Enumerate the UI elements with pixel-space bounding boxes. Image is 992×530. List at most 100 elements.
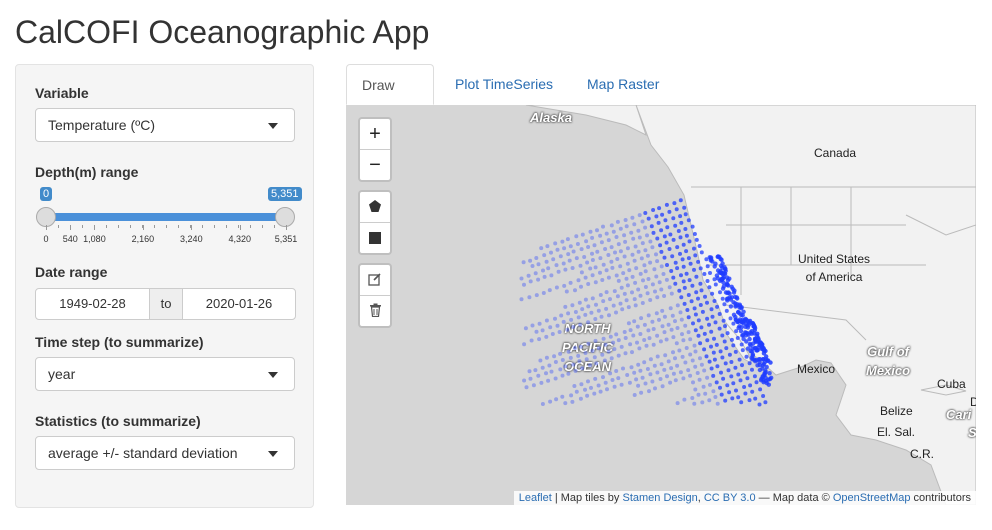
sample-point	[692, 306, 697, 311]
sample-point	[737, 303, 743, 309]
sample-point	[580, 232, 585, 237]
sample-point	[616, 353, 621, 358]
sample-point	[598, 233, 603, 238]
variable-select[interactable]: Temperature (ºC)	[35, 108, 295, 142]
sample-point	[671, 237, 676, 242]
sample-point	[699, 250, 704, 255]
sample-point	[684, 249, 689, 254]
tab-draw-aoi[interactable]: Draw AOI	[346, 64, 434, 133]
sample-point	[678, 214, 683, 219]
chevron-down-icon	[268, 123, 278, 129]
sample-point	[731, 381, 736, 386]
sample-point	[652, 267, 657, 272]
sample-point	[596, 346, 601, 351]
sample-point	[709, 344, 713, 349]
sample-point	[741, 336, 746, 342]
sample-point	[655, 259, 660, 264]
map-canvas[interactable]: Alaska Canada United States of America N…	[346, 105, 976, 505]
sample-point	[655, 333, 660, 338]
sample-point	[654, 311, 659, 316]
depth-tick-label: 5,351	[274, 234, 298, 244]
depth-tick-mark	[191, 225, 193, 230]
sample-point	[578, 396, 583, 401]
ccby-link[interactable]: CC BY 3.0	[704, 492, 756, 504]
tab-map-raster[interactable]: Map Raster	[572, 64, 674, 105]
sample-point	[696, 259, 701, 264]
sample-point	[671, 335, 676, 340]
sample-point	[601, 224, 605, 229]
sample-point	[536, 373, 541, 378]
sample-point	[740, 348, 745, 353]
sample-point	[629, 365, 634, 370]
sample-point	[735, 296, 740, 301]
sample-point	[692, 401, 697, 406]
sample-point	[735, 336, 740, 340]
depth-minor-tick	[178, 225, 179, 228]
leaflet-link[interactable]: Leaflet	[519, 492, 552, 504]
depth-tick-mark	[239, 225, 241, 230]
sample-point	[764, 364, 769, 370]
date-start-input[interactable]: 1949-02-28	[35, 288, 150, 320]
sample-point	[715, 276, 720, 281]
sample-point	[759, 344, 764, 349]
draw-rectangle-button[interactable]	[360, 222, 390, 253]
sample-point	[682, 397, 687, 402]
sample-point	[709, 366, 714, 371]
depth-minor-tick	[238, 225, 239, 228]
edit-layers-button[interactable]	[360, 265, 390, 295]
zoom-in-button[interactable]: +	[360, 119, 390, 149]
osm-link[interactable]: OpenStreetMap	[833, 492, 911, 504]
sample-point	[637, 213, 642, 218]
sample-point	[723, 361, 728, 366]
depth-minor-tick	[82, 225, 83, 228]
sample-point	[699, 288, 704, 293]
depth-slider-track[interactable]	[46, 213, 286, 221]
sample-point	[682, 285, 687, 290]
time-step-select[interactable]: year	[35, 357, 295, 391]
sample-point	[595, 228, 599, 233]
sample-point	[761, 380, 766, 385]
statistics-select[interactable]: average +/- standard deviation	[35, 436, 295, 470]
sample-point	[604, 290, 609, 295]
depth-slider-min-handle[interactable]	[36, 207, 56, 227]
sample-point	[614, 369, 619, 373]
sample-point	[519, 297, 524, 302]
sample-point	[585, 260, 590, 265]
sample-point	[686, 315, 691, 320]
depth-slider-max-handle[interactable]	[275, 207, 295, 227]
sample-point	[658, 243, 663, 248]
sample-point	[687, 239, 692, 244]
sample-point	[761, 394, 766, 398]
sample-point	[717, 254, 722, 259]
sample-point	[722, 302, 727, 307]
sample-point	[721, 376, 726, 381]
date-end-input[interactable]: 2020-01-26	[182, 288, 296, 320]
sample-point	[565, 327, 570, 332]
sample-point	[728, 304, 734, 309]
sample-point	[703, 294, 707, 299]
sample-point	[725, 296, 731, 301]
sample-point	[579, 284, 583, 289]
tab-plot-timeseries[interactable]: Plot TimeSeries	[440, 64, 568, 105]
sample-point	[686, 293, 691, 297]
sample-point	[712, 264, 717, 269]
sample-point	[658, 377, 663, 381]
sample-point	[720, 333, 725, 338]
sample-point	[519, 276, 524, 281]
zoom-out-button[interactable]: −	[360, 149, 390, 180]
sample-point	[614, 235, 619, 239]
sample-point	[724, 346, 729, 351]
delete-layers-button[interactable]	[360, 295, 390, 326]
depth-minor-tick	[106, 225, 107, 228]
sample-point	[681, 264, 686, 269]
stamen-link[interactable]: Stamen Design	[622, 492, 697, 504]
draw-polygon-button[interactable]	[360, 192, 390, 222]
sample-point	[718, 349, 723, 354]
sample-point	[659, 264, 664, 269]
sample-point	[577, 359, 582, 364]
sample-point	[524, 385, 529, 390]
sample-point	[638, 368, 643, 373]
sample-point	[583, 312, 588, 317]
sample-point	[665, 374, 669, 379]
sample-point	[619, 285, 624, 290]
